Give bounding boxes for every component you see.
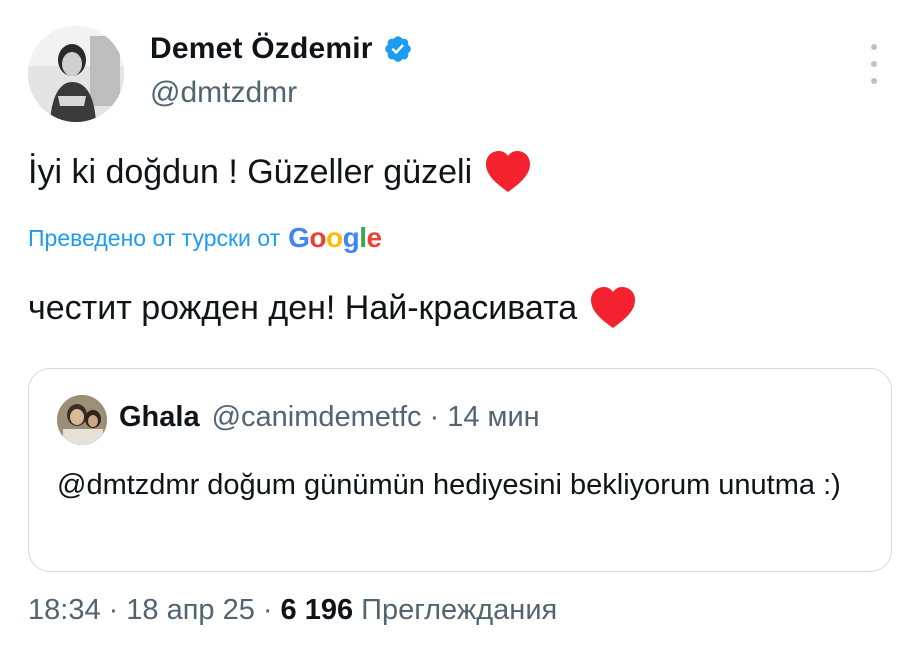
translation-text-row: честит рожден ден! Най-красивата [28, 286, 637, 330]
quote-header: Ghala @canimdemetfc · 14 мин [119, 401, 540, 434]
quote-timestamp[interactable]: 14 мин [447, 401, 539, 434]
quote-author-handle[interactable]: @canimdemetfc [212, 401, 422, 434]
dot-icon [871, 78, 877, 84]
tweet-time[interactable]: 18:34 [28, 594, 101, 627]
profile-photo-icon [28, 26, 124, 122]
red-heart-icon [486, 151, 531, 192]
author-name[interactable]: Demet Özdemir [150, 32, 373, 66]
dot-icon [871, 44, 877, 50]
tweet-text: İyi ki doğdun ! Güzeller güzeli [28, 153, 473, 191]
meta-separator: · [108, 594, 119, 626]
red-heart-icon [591, 287, 636, 328]
translated-label: Преведено от турски от [28, 224, 281, 251]
views-label: Преглеждания [361, 594, 558, 626]
author-name-row[interactable]: Demet Özdemir [150, 32, 413, 66]
author-handle[interactable]: @dmtzdmr [150, 76, 297, 110]
verified-badge-icon [384, 36, 411, 62]
quoted-tweet-card[interactable]: Ghala @canimdemetfc · 14 мин @dmtzdmr do… [28, 368, 892, 572]
quote-author-name[interactable]: Ghala [119, 401, 200, 434]
more-options-button[interactable] [860, 44, 888, 84]
dot-icon [871, 61, 877, 67]
tweet-meta: 18:34 · 18 апр 25 · 6 196 Преглеждания [28, 594, 557, 627]
quote-separator: · [429, 401, 440, 433]
tweet-date[interactable]: 18 апр 25 [126, 594, 255, 627]
translation-text: честит рожден ден! Най-красивата [28, 289, 578, 327]
google-logo: Google [288, 222, 382, 253]
quote-text: @dmtzdmr doğum günümün hediyesini bekliy… [57, 469, 841, 501]
translated-by-link[interactable]: Преведено от турски от Google [28, 222, 382, 254]
profile-photo-icon [57, 395, 107, 445]
views-count: 6 196 [280, 594, 354, 626]
author-avatar[interactable] [28, 26, 124, 122]
tweet-text-row: İyi ki doğdun ! Güzeller güzeli [28, 150, 532, 194]
meta-separator: · [262, 594, 273, 626]
quote-author-avatar[interactable] [57, 395, 107, 445]
